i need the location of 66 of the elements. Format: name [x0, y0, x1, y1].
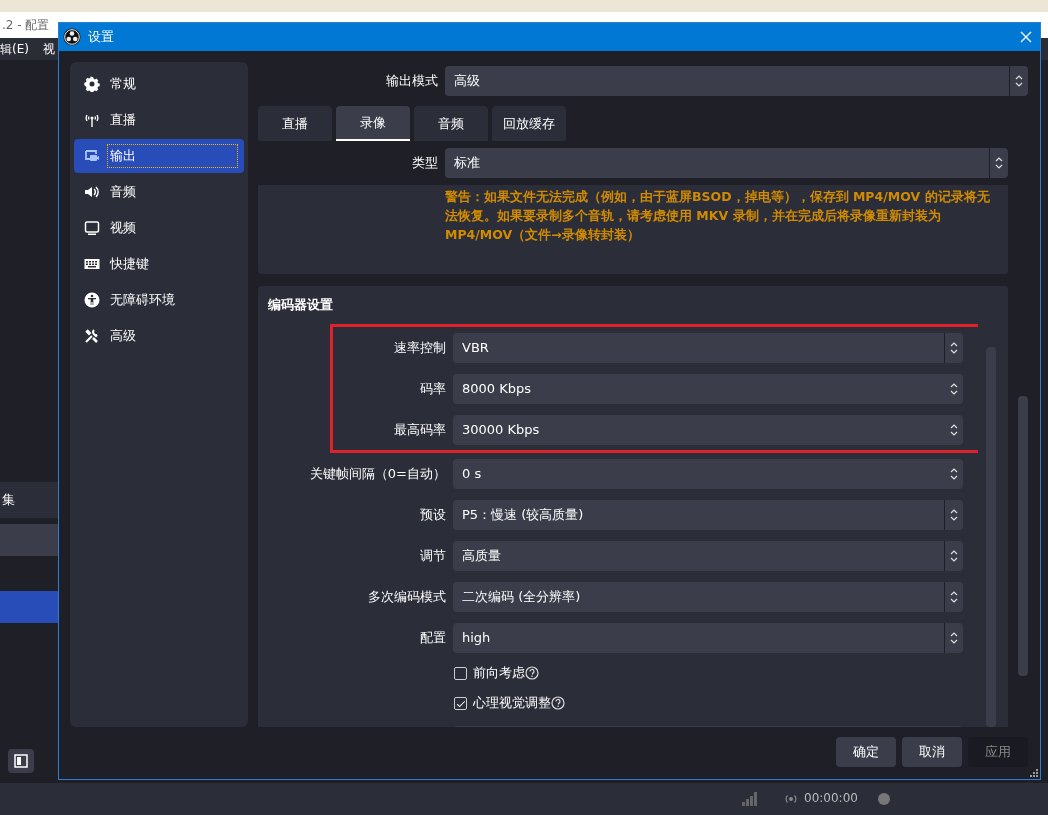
- checkbox-label[interactable]: 前向考虑: [473, 664, 525, 682]
- spin-field[interactable]: 30000 Kbps: [453, 414, 963, 445]
- spin-field[interactable]: 8000 Kbps: [453, 373, 963, 404]
- dialog-button[interactable]: 确定: [836, 737, 896, 767]
- checkbox-label[interactable]: 心理视觉调整: [473, 694, 551, 712]
- checkbox[interactable]: [454, 696, 467, 710]
- sidebar-item[interactable]: 直播: [74, 103, 244, 137]
- app-logo-icon: [63, 28, 81, 46]
- sidebar-item[interactable]: 视频: [74, 211, 244, 245]
- dropdown-field[interactable]: 二次编码 (全分辨率): [453, 581, 963, 612]
- setting-label: 最高码率: [393, 420, 446, 439]
- checkbox[interactable]: [454, 666, 467, 680]
- list-row-background: [0, 524, 60, 556]
- setting-label: 多次编码模式: [367, 587, 446, 606]
- setting-label: 调节: [419, 546, 446, 565]
- spin-field[interactable]: 0 s: [453, 458, 963, 489]
- keyboard-icon: [84, 256, 100, 272]
- sidebar-item[interactable]: 高级: [74, 319, 244, 353]
- camera-output-icon: [84, 148, 100, 164]
- dropdown-field[interactable]: 高级: [445, 66, 1028, 96]
- antenna-icon: [84, 112, 100, 128]
- scrollbar[interactable]: [986, 347, 996, 727]
- dialog-button[interactable]: 取消: [902, 737, 962, 767]
- dropdown-field[interactable]: 高质量: [453, 540, 963, 571]
- setting-label: 预设: [419, 505, 446, 524]
- accessibility-icon: [84, 292, 100, 308]
- section-title: 编码器设置: [267, 296, 334, 314]
- gear-icon: [84, 76, 100, 92]
- sidebar-item[interactable]: 无障碍环境: [74, 283, 244, 317]
- stream-time: 00:00:00: [804, 791, 858, 805]
- sidebar-item[interactable]: 常规: [74, 67, 244, 101]
- tab[interactable]: 录像: [336, 106, 410, 141]
- speaker-icon: [84, 184, 100, 200]
- tab[interactable]: 回放缓存: [492, 106, 566, 141]
- menu-item[interactable]: 辑(E): [0, 40, 29, 58]
- help-icon[interactable]: [551, 696, 565, 710]
- signal-bars-icon: [742, 792, 758, 806]
- setting-label: 速率控制: [393, 338, 446, 357]
- dropdown-field[interactable]: VBR: [453, 332, 963, 363]
- help-icon[interactable]: [525, 666, 539, 680]
- close-icon[interactable]: [1020, 31, 1032, 43]
- setting-label: 类型: [411, 154, 438, 172]
- window-title: 设置: [88, 28, 115, 46]
- tools-icon: [84, 328, 100, 344]
- toolbar-button[interactable]: [8, 749, 34, 773]
- setting-label: 配置: [419, 628, 446, 647]
- dropdown-field[interactable]: high: [453, 622, 963, 653]
- dock-title: 集: [1, 491, 15, 509]
- setting-label: 关键帧间隔（0=自动）: [308, 464, 446, 483]
- window-title: .2 - 配置: [2, 16, 50, 34]
- sidebar-item[interactable]: 输出: [74, 139, 244, 173]
- sidebar-item[interactable]: 快捷键: [74, 247, 244, 281]
- scrollbar-thumb[interactable]: [1018, 396, 1028, 676]
- tab[interactable]: 直播: [258, 106, 332, 141]
- monitor-icon: [84, 220, 100, 236]
- tab[interactable]: 音频: [414, 106, 488, 141]
- record-dot-icon: [878, 793, 890, 805]
- dropdown-field[interactable]: P5：慢速 (较高质量): [453, 499, 963, 530]
- setting-label: 输出模式: [385, 72, 438, 90]
- panel-icon: [14, 754, 28, 768]
- menu-item[interactable]: 视: [42, 40, 55, 58]
- sidebar-item[interactable]: 音频: [74, 175, 244, 209]
- resize-grip-icon[interactable]: [1030, 769, 1038, 777]
- setting-label: 码率: [419, 379, 446, 398]
- dropdown-field[interactable]: 标准: [445, 148, 1008, 178]
- warning-text: 警告：如果文件无法完成（例如，由于蓝屏BSOD，掉电等），保存到 MP4/MOV 的记录将无法恢复。如果要录制多个音轨，请考虑使用 MKV 录制，并在完成后将录像重新封装为 MP4/MOV（文件→录像转封装）: [445, 188, 991, 244]
